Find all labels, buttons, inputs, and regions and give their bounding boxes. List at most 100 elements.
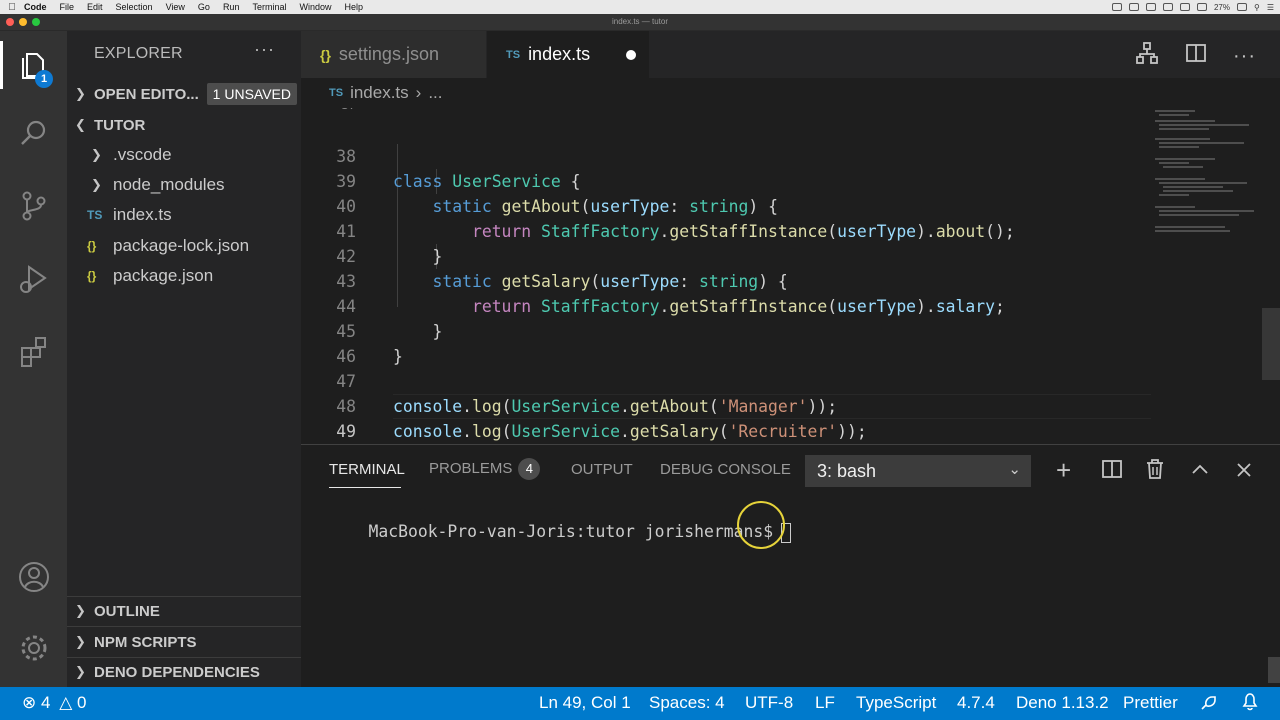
terminal-output[interactable]: MacBook-Pro-van-Joris:tutor jorishermans… xyxy=(329,503,792,562)
new-terminal-icon[interactable]: + xyxy=(1056,455,1071,486)
tab-label: settings.json xyxy=(338,44,439,64)
feedback-icon[interactable] xyxy=(1199,692,1219,717)
tray-icon[interactable] xyxy=(1111,3,1122,11)
code-line: 50 xyxy=(301,419,1151,444)
run-debug-icon xyxy=(19,265,47,293)
chevron-right-icon: ❯ xyxy=(75,634,86,649)
open-editors-section[interactable]: ❯ OPEN EDITO... 1 UNSAVED xyxy=(67,80,301,108)
code-line: 43 return StaffFactory.getStaffInstance(… xyxy=(301,244,1151,316)
code-line: 38 class UserService { xyxy=(301,119,1151,191)
breadcrumb-file[interactable]: index.ts xyxy=(350,83,409,103)
end-of-line[interactable]: LF xyxy=(815,693,835,713)
macos-menubar:  Code File Edit Selection View Go Run T… xyxy=(0,0,1280,14)
breadcrumb-symbol[interactable]: ... xyxy=(428,83,442,103)
manage-activity-button[interactable] xyxy=(0,618,67,678)
menu-selection[interactable]: Selection xyxy=(116,2,153,12)
open-preview-icon[interactable] xyxy=(1135,41,1159,71)
tree-item-package-json[interactable]: {} package.json xyxy=(67,261,301,291)
tab-terminal[interactable]: TERMINAL xyxy=(329,461,405,478)
code-line: 46 xyxy=(301,319,1151,366)
menubar-status-icons: 27% ⚲ ☰ xyxy=(1111,0,1274,14)
tab-index-ts[interactable]: TS index.ts xyxy=(487,31,649,78)
minimap[interactable] xyxy=(1151,108,1271,248)
gear-icon xyxy=(21,635,46,661)
tree-item-package-lock-json[interactable]: {} package-lock.json xyxy=(67,231,301,261)
terminal-scrollbar-thumb[interactable] xyxy=(1268,657,1280,683)
extensions-activity-button[interactable] xyxy=(0,321,67,381)
source-control-activity-button[interactable] xyxy=(0,176,67,236)
tab-problems-label: PROBLEMS xyxy=(429,459,513,477)
tab-settings-json[interactable]: {} settings.json xyxy=(301,31,486,78)
more-actions-icon[interactable]: ··· xyxy=(1233,45,1256,68)
tree-item-vscode[interactable]: ❯ .vscode xyxy=(67,140,301,170)
menu-run[interactable]: Run xyxy=(223,2,240,12)
explorer-activity-button[interactable]: 1 xyxy=(0,35,67,95)
encoding[interactable]: UTF-8 xyxy=(745,693,793,713)
wifi-icon[interactable] xyxy=(1179,3,1190,11)
menu-view[interactable]: View xyxy=(166,2,185,12)
tray-icon[interactable] xyxy=(1128,3,1139,11)
chevron-right-icon: ❯ xyxy=(75,664,86,679)
app-menu[interactable]: Code xyxy=(24,2,47,12)
menu-terminal[interactable]: Terminal xyxy=(252,2,286,12)
tree-item-label: index.ts xyxy=(113,205,172,224)
maximize-panel-icon[interactable] xyxy=(1191,459,1209,485)
outline-section[interactable]: ❯ OUTLINE xyxy=(67,597,301,625)
window-title: index.ts — tutor xyxy=(611,17,669,26)
explorer-title: EXPLORER xyxy=(94,45,183,62)
source-control-icon xyxy=(22,191,45,221)
control-center-icon[interactable]: ☰ xyxy=(1267,3,1274,12)
tree-item-node-modules[interactable]: ❯ node_modules xyxy=(67,170,301,200)
breadcrumb: TS index.ts › ... xyxy=(301,78,1280,108)
spotlight-icon[interactable]: ⚲ xyxy=(1254,3,1260,12)
code-line: 48 console.log(UserService.getSalary('Re… xyxy=(301,369,1151,441)
split-editor-icon[interactable] xyxy=(1185,42,1207,70)
tab-output[interactable]: OUTPUT xyxy=(571,461,633,478)
accounts-activity-button[interactable] xyxy=(0,547,67,607)
npm-scripts-section[interactable]: ❯ NPM SCRIPTS xyxy=(67,628,301,656)
more-actions-icon[interactable]: ··· xyxy=(254,39,275,60)
menu-go[interactable]: Go xyxy=(198,2,210,12)
problems-count-badge: 4 xyxy=(518,458,541,480)
unsaved-dot-icon[interactable] xyxy=(626,50,636,60)
tab-problems[interactable]: PROBLEMS 4 xyxy=(429,458,541,480)
typescript-file-icon: TS xyxy=(329,87,344,99)
cursor-position[interactable]: Ln 49, Col 1 xyxy=(539,693,631,713)
search-activity-button[interactable] xyxy=(0,103,67,163)
breadcrumb-separator: › xyxy=(415,83,422,102)
menu-file[interactable]: File xyxy=(60,2,75,12)
cloud-icon[interactable] xyxy=(1162,3,1173,11)
menu-window[interactable]: Window xyxy=(299,2,331,12)
notifications-bell-icon[interactable] xyxy=(1240,692,1260,717)
prettier-status[interactable]: Prettier xyxy=(1123,693,1178,713)
tree-item-index-ts[interactable]: TS index.ts xyxy=(67,200,301,230)
window-titlebar: index.ts — tutor xyxy=(0,14,1280,31)
code-line: 47 console.log(UserService.getAbout('Man… xyxy=(301,344,1151,416)
tray-icon[interactable] xyxy=(1145,3,1156,11)
menu-edit[interactable]: Edit xyxy=(87,2,103,12)
tree-item-label: node_modules xyxy=(113,175,225,194)
menu-help[interactable]: Help xyxy=(344,2,363,12)
terminal-select[interactable]: 3: bash ⌄ xyxy=(805,455,1031,487)
problems-status[interactable]: ⊗ 4 △ 0 xyxy=(22,693,86,713)
editor-scrollbar-thumb[interactable] xyxy=(1262,308,1280,380)
deno-version[interactable]: Deno 1.13.2 xyxy=(1016,693,1109,713)
trash-icon[interactable] xyxy=(1146,458,1164,486)
battery-icon[interactable] xyxy=(1236,3,1247,11)
deno-dependencies-section[interactable]: ❯ DENO DEPENDENCIES xyxy=(67,658,301,686)
editor-actions: ··· xyxy=(1135,41,1256,71)
battery-percent[interactable]: 27% xyxy=(1214,3,1230,12)
tab-debug-console[interactable]: DEBUG CONSOLE xyxy=(660,461,791,478)
unsaved-badge: 1 UNSAVED xyxy=(206,83,297,105)
indentation[interactable]: Spaces: 4 xyxy=(649,693,725,713)
language-mode[interactable]: TypeScript xyxy=(856,693,936,713)
apple-menu-icon[interactable]:  xyxy=(0,2,24,13)
divider xyxy=(67,626,301,627)
volume-icon[interactable] xyxy=(1196,3,1207,11)
split-terminal-icon[interactable] xyxy=(1102,459,1122,485)
code-editor[interactable]: 37 38 class UserService { 39 static getA… xyxy=(301,108,1280,444)
ts-version[interactable]: 4.7.4 xyxy=(957,693,995,713)
run-debug-activity-button[interactable] xyxy=(0,249,67,309)
folder-section-tutor[interactable]: ❮ TUTOR xyxy=(67,111,301,139)
close-panel-icon[interactable] xyxy=(1235,459,1253,485)
